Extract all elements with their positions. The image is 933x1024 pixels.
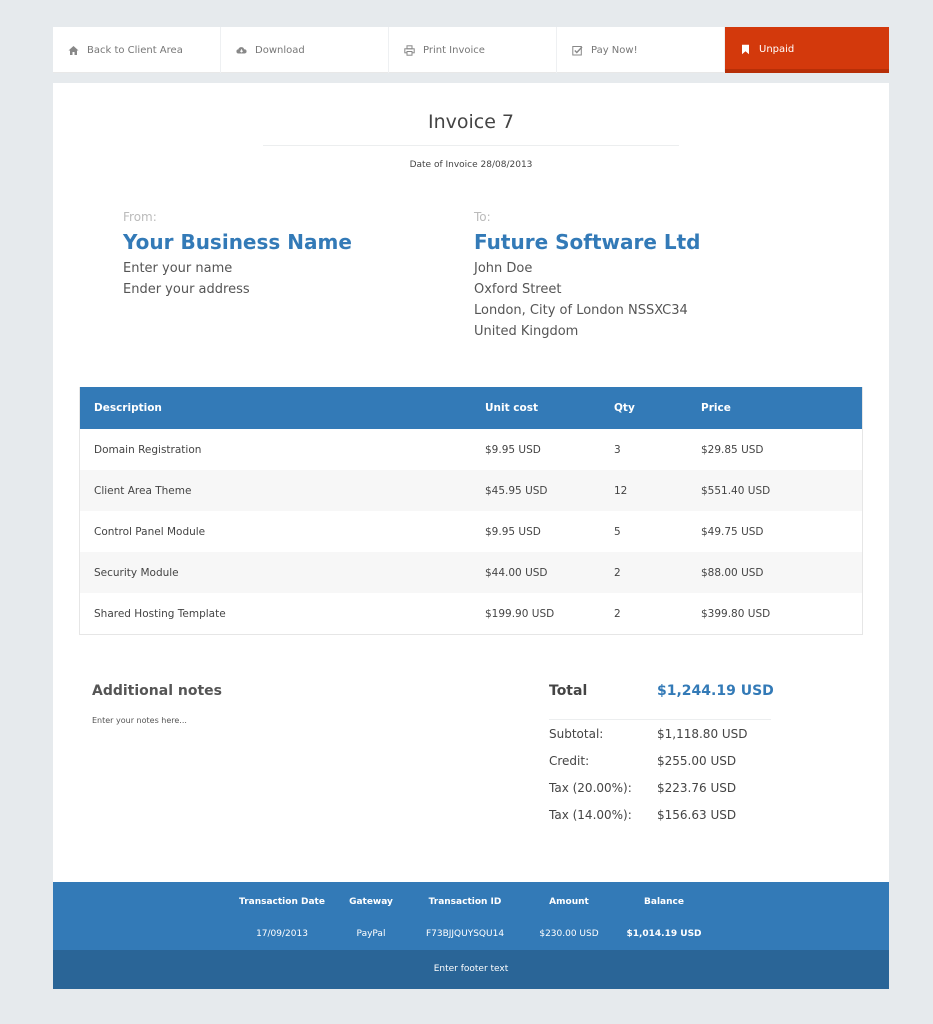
table-row: Shared Hosting Template $199.90 USD 2 $3…: [80, 593, 862, 634]
back-to-client-area-label: Back to Client Area: [87, 44, 183, 56]
download-label: Download: [255, 44, 305, 56]
transaction-date: 17/09/2013: [256, 929, 308, 939]
check-square-icon: [572, 45, 583, 56]
print-invoice-label: Print Invoice: [423, 44, 485, 56]
tax-value: $156.63 USD: [657, 808, 737, 822]
from-line: Ender your address: [123, 282, 250, 297]
column-header-description: Description: [94, 402, 162, 414]
table-body: Domain Registration $9.95 USD 3 $29.85 U…: [80, 429, 862, 634]
item-qty: 5: [614, 525, 621, 538]
table-row: Security Module $44.00 USD 2 $88.00 USD: [80, 552, 862, 593]
invoice-card: Invoice 7 Date of Invoice 28/08/2013 Fro…: [53, 83, 889, 882]
item-unit-cost: $9.95 USD: [485, 525, 541, 538]
column-header-qty: Qty: [614, 402, 635, 414]
item-description: Domain Registration: [94, 443, 202, 456]
invoice-items-table: Description Unit cost Qty Price Domain R…: [79, 387, 863, 635]
invoice-title: Invoice 7: [427, 111, 515, 133]
from-label: From:: [123, 210, 157, 224]
item-description: Control Panel Module: [94, 525, 206, 538]
column-header-balance: Balance: [644, 897, 684, 907]
to-address-block: To: Future Software Ltd John Doe Oxford …: [474, 209, 700, 342]
item-price: $88.00 USD: [701, 566, 764, 579]
pay-now-button[interactable]: Pay Now!: [557, 27, 725, 73]
item-qty: 2: [614, 607, 621, 620]
transaction-balance: $1,014.19 USD: [626, 929, 702, 939]
item-price: $399.80 USD: [701, 607, 771, 620]
to-line: London, City of London NSSXC34: [474, 303, 688, 318]
from-address-block: From: Your Business Name Enter your name…: [123, 209, 352, 300]
transaction-amount: $230.00 USD: [539, 929, 599, 939]
tax-label: Tax (14.00%):: [549, 808, 632, 822]
to-line: Oxford Street: [474, 282, 562, 297]
additional-notes-text: Enter your notes here...: [92, 716, 187, 725]
item-description: Shared Hosting Template: [94, 607, 226, 620]
home-icon: [68, 45, 79, 56]
item-price: $29.85 USD: [701, 443, 764, 456]
download-button[interactable]: Download: [221, 27, 389, 73]
item-description: Security Module: [94, 566, 179, 579]
subtotal-value: $1,118.80 USD: [657, 727, 748, 741]
transaction-gateway: PayPal: [356, 929, 386, 939]
item-description: Client Area Theme: [94, 484, 192, 497]
to-line: United Kingdom: [474, 324, 579, 339]
table-row: Domain Registration $9.95 USD 3 $29.85 U…: [80, 429, 862, 470]
column-header-transaction-date: Transaction Date: [239, 897, 325, 907]
subtotal-label: Subtotal:: [549, 727, 604, 741]
item-unit-cost: $9.95 USD: [485, 443, 541, 456]
item-unit-cost: $44.00 USD: [485, 566, 548, 579]
table-row: Control Panel Module $9.95 USD 5 $49.75 …: [80, 511, 862, 552]
additional-notes-heading: Additional notes: [92, 683, 222, 699]
column-header-transaction-id: Transaction ID: [428, 897, 502, 907]
credit-label: Credit:: [549, 754, 590, 768]
item-unit-cost: $199.90 USD: [485, 607, 555, 620]
total-value: $1,244.19 USD: [657, 683, 774, 699]
credit-value: $255.00 USD: [657, 754, 737, 768]
to-label: To:: [474, 210, 491, 224]
title-divider: [263, 145, 679, 146]
to-line: John Doe: [474, 261, 533, 276]
print-invoice-button[interactable]: Print Invoice: [389, 27, 557, 73]
tax-value: $223.76 USD: [657, 781, 737, 795]
business-name: Your Business Name: [123, 230, 352, 254]
totals-divider: [549, 719, 771, 720]
column-header-price: Price: [701, 402, 731, 414]
item-qty: 12: [614, 484, 628, 497]
unpaid-status-badge: Unpaid: [725, 27, 889, 73]
table-row: Client Area Theme $45.95 USD 12 $551.40 …: [80, 470, 862, 511]
item-price: $551.40 USD: [701, 484, 771, 497]
client-name: Future Software Ltd: [474, 230, 701, 254]
pay-now-label: Pay Now!: [591, 44, 638, 56]
item-price: $49.75 USD: [701, 525, 764, 538]
item-qty: 3: [614, 443, 621, 456]
transactions-table: Transaction Date Gateway Transaction ID …: [53, 882, 889, 950]
invoice-toolbar: Back to Client Area Download Print Invoi…: [53, 27, 889, 73]
unpaid-label: Unpaid: [759, 44, 795, 55]
total-label: Total: [549, 683, 588, 699]
invoice-date: Date of Invoice 28/08/2013: [409, 160, 533, 170]
from-line: Enter your name: [123, 261, 233, 276]
back-to-client-area-button[interactable]: Back to Client Area: [53, 27, 221, 73]
transaction-id: F73BJJQUYSQU14: [425, 929, 505, 939]
tax-label: Tax (20.00%):: [549, 781, 632, 795]
column-header-amount: Amount: [549, 897, 589, 907]
table-header: Description Unit cost Qty Price: [80, 387, 862, 429]
bookmark-icon: [740, 44, 751, 55]
invoice-footer: Enter footer text: [53, 950, 889, 989]
cloud-download-icon: [236, 45, 247, 56]
printer-icon: [404, 44, 415, 56]
item-qty: 2: [614, 566, 621, 579]
column-header-unit-cost: Unit cost: [485, 402, 538, 414]
column-header-gateway: Gateway: [349, 897, 393, 907]
item-unit-cost: $45.95 USD: [485, 484, 548, 497]
